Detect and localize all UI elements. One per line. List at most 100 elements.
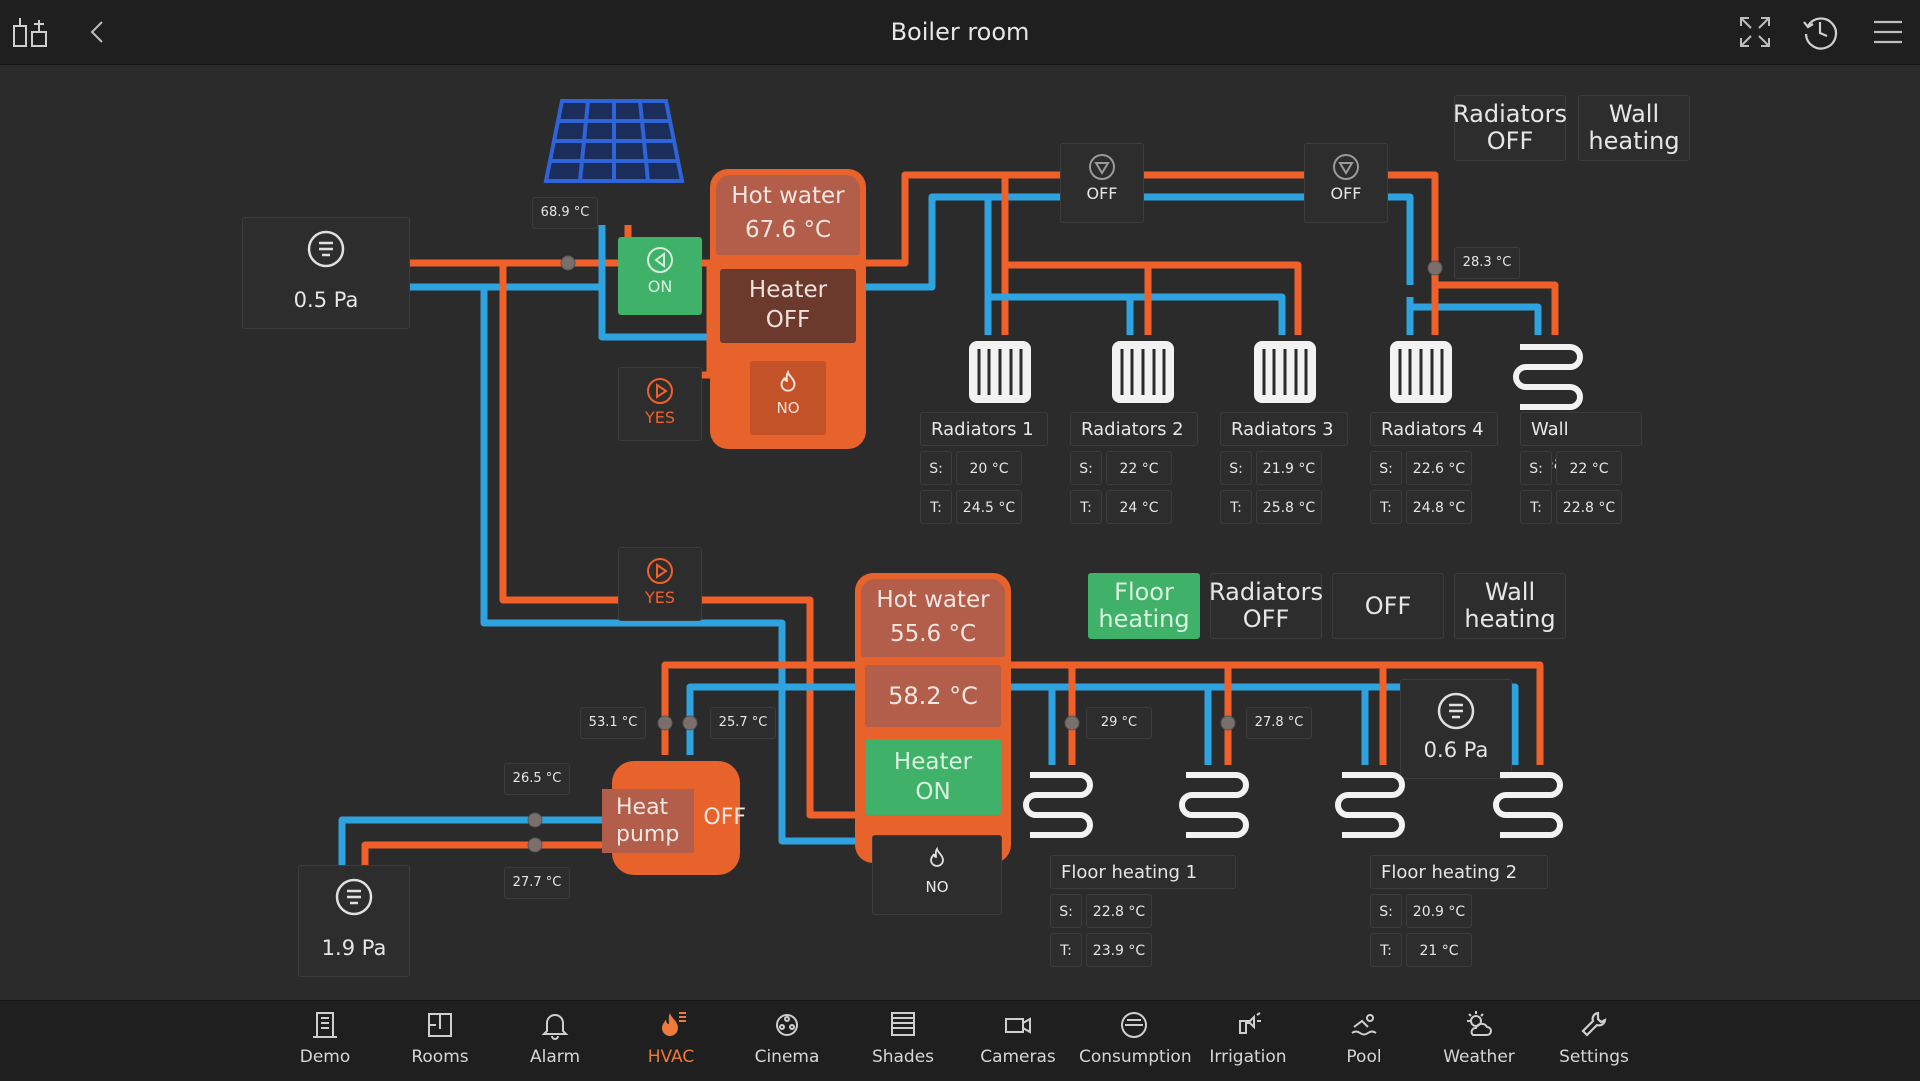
floor-coil-icon (1332, 765, 1408, 849)
setpoint-value: 20.9 °C (1406, 894, 1472, 928)
floorplan-icon (428, 1013, 452, 1037)
circuit-label: Radiators 3 (1220, 412, 1348, 446)
floor-coil-icon (1490, 765, 1566, 849)
floor-temp-2: 27.8 °C (1246, 707, 1312, 739)
t-key: T: (1370, 490, 1402, 524)
nav-cinema[interactable]: Cinema (732, 1001, 842, 1081)
film-reel-icon (776, 1014, 798, 1036)
camera-icon (1005, 1017, 1031, 1034)
mix-valve-2[interactable]: OFF (1304, 143, 1388, 223)
setpoint-value: 22.8 °C (1086, 894, 1152, 928)
hamburger-menu-icon[interactable] (1868, 12, 1908, 52)
flame-state: NO (776, 399, 800, 417)
setpoint-value: 21.9 °C (1256, 451, 1322, 485)
nav-label: Rooms (411, 1047, 469, 1067)
pump-floor[interactable]: 0.6 Pa (1400, 679, 1512, 779)
nav-weather[interactable]: Weather (1424, 1001, 1534, 1081)
nav-irrigation[interactable]: Irrigation (1193, 1001, 1303, 1081)
temp-value: 24 °C (1106, 490, 1172, 524)
hp-temp-b: 27.7 °C (504, 867, 570, 899)
t-key: T: (1220, 490, 1252, 524)
setpoint-value: 20 °C (956, 451, 1022, 485)
floor-heating-button[interactable]: Floor heating (1088, 573, 1200, 639)
pump-play-icon (647, 558, 673, 584)
meter-icon (1121, 1012, 1147, 1038)
hot-water-tank-upper: Hot water 67.6 °C Heater OFF NO (710, 169, 866, 449)
lower-pump[interactable]: YES (618, 547, 702, 621)
nav-hvac[interactable]: HVAC (616, 1001, 726, 1081)
fullscreen-icon[interactable] (1735, 12, 1775, 52)
s-key: S: (920, 451, 952, 485)
mix-valve-1[interactable]: OFF (1060, 143, 1144, 223)
nav-label: Settings (1559, 1047, 1629, 1067)
s-key: S: (1070, 451, 1102, 485)
s-key: S: (1370, 894, 1402, 928)
circuit-label: Floor heating 2 (1370, 855, 1548, 889)
off-button[interactable]: OFF (1332, 573, 1444, 639)
nav-label: Alarm (529, 1047, 581, 1067)
solar-pump[interactable]: YES (618, 367, 702, 441)
solar-valve[interactable]: ON (618, 237, 702, 315)
hot-water-tank-lower: Hot water 55.6 °C 58.2 °C Heater ON (855, 573, 1011, 863)
wrench-icon (1581, 1011, 1607, 1037)
heat-pump-label-2: pump (616, 822, 680, 847)
tank-header: Hot water 55.6 °C (861, 579, 1005, 657)
wall-heating-button-lower[interactable]: Wall heating (1454, 573, 1566, 639)
circuit-label: Radiators 2 (1070, 412, 1198, 446)
radiator-icon (1250, 337, 1320, 411)
t-key: T: (1050, 933, 1082, 967)
pump-lower[interactable]: 1.9 Pa (298, 865, 410, 977)
radiators-off-button-lower[interactable]: Radiators OFF (1209, 573, 1323, 639)
hp-temp-a: 26.5 °C (504, 763, 570, 795)
nav-label: Consumption (1079, 1047, 1192, 1067)
history-icon[interactable] (1800, 12, 1840, 52)
nav-consumption[interactable]: Consumption (1079, 1001, 1192, 1081)
pump-icon (335, 878, 373, 916)
floor-coil-icon (1176, 765, 1252, 849)
heater-upper[interactable]: Heater OFF (720, 269, 856, 343)
nav-pool[interactable]: Pool (1309, 1001, 1419, 1081)
nav-cameras[interactable]: Cameras (963, 1001, 1073, 1081)
nav-shades[interactable]: Shades (848, 1001, 958, 1081)
solar-temp: 68.9 °C (532, 197, 598, 229)
nav-alarm[interactable]: Alarm (500, 1001, 610, 1081)
sprinkler-icon (1239, 1012, 1261, 1034)
temp-value: 21 °C (1406, 933, 1472, 967)
s-key: S: (1370, 451, 1402, 485)
nav-demo[interactable]: Demo (270, 1001, 380, 1081)
nav-label: Cameras (980, 1047, 1056, 1067)
setpoint-value: 22.6 °C (1406, 451, 1472, 485)
radiators-off-button[interactable]: Radiators OFF (1453, 95, 1567, 161)
flame-icon (780, 369, 796, 392)
wall-heating-button[interactable]: Wall heating (1578, 95, 1690, 161)
t-key: T: (1370, 933, 1402, 967)
s-key: S: (1220, 451, 1252, 485)
valve-icon (647, 247, 673, 273)
solar-valve-state: ON (647, 277, 673, 296)
nav-label: HVAC (647, 1047, 695, 1067)
valve-down-icon (1089, 154, 1115, 180)
flame-lower[interactable]: NO (872, 835, 1002, 915)
tank-temp: 67.6 °C (744, 217, 832, 243)
floor-coil-icon (1020, 765, 1096, 849)
pump-icon (307, 230, 345, 268)
flame-upper[interactable]: NO (750, 361, 826, 435)
lower-pump-state: YES (644, 588, 676, 607)
pump-play-icon (647, 378, 673, 404)
heat-pump-state: OFF (703, 805, 746, 830)
tank-temp: 55.6 °C (889, 621, 977, 647)
t-key: T: (1520, 490, 1552, 524)
nav-settings[interactable]: Settings (1539, 1001, 1649, 1081)
temp-value: 25.8 °C (1256, 490, 1322, 524)
heater-label: Heater (748, 277, 828, 303)
pump-upper[interactable]: 0.5 Pa (242, 217, 410, 329)
nav-label: Cinema (754, 1047, 820, 1067)
heat-pump-label: Heat pump (602, 789, 694, 853)
heat-pump[interactable]: Heat pump OFF (602, 761, 746, 875)
nav-rooms[interactable]: Rooms (385, 1001, 495, 1081)
heater-lower[interactable]: Heater ON (865, 739, 1001, 815)
heater-state: OFF (765, 307, 811, 333)
heater-label: Heater (893, 749, 973, 775)
nav-label: Weather (1443, 1047, 1515, 1067)
tank-label: Hot water (731, 183, 845, 209)
